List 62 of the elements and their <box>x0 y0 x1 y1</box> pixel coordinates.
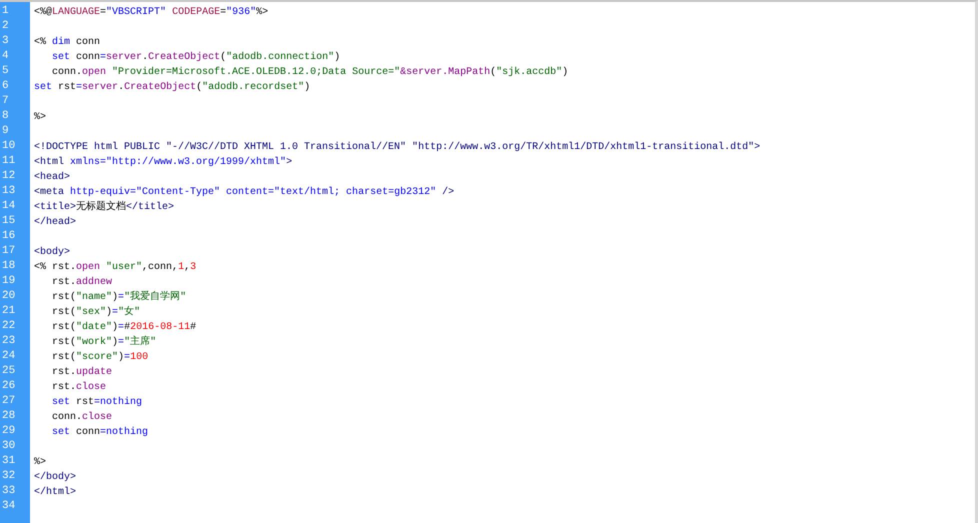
line-number: 20 <box>1 290 16 304</box>
code-line: rst("name")="我爱自学网" <box>51 290 188 305</box>
line-number: 4 <box>1 50 10 64</box>
line-number: 5 <box>1 65 10 79</box>
line-number: 8 <box>1 110 10 124</box>
line-number: 11 <box>1 155 16 169</box>
code-line: <meta http-equiv="Content-Type" content="text/html; charset=gb2312" /> <box>34 186 456 200</box>
code-line: %> <box>34 456 48 470</box>
code-line: <body> <box>34 246 72 260</box>
code-line: set rst=nothing <box>51 396 144 410</box>
code-line: </body> <box>34 470 78 485</box>
code-line: rst("score")=100 <box>51 350 150 365</box>
line-number: 23 <box>1 335 16 349</box>
line-number: 25 <box>1 365 16 379</box>
code-line: set conn=server.CreateObject("adodb.connection") <box>51 50 342 65</box>
line-number: 31 <box>1 455 16 469</box>
code-line: rst.update <box>51 366 114 380</box>
code-line: <!DOCTYPE html PUBLIC "-//W3C//DTD XHTML 1.0 Transitional//EN" "http://www.w3.org/TR/xhtml1/DTD/xhtml1-transitional.dtd"> <box>34 140 762 155</box>
line-number: 12 <box>1 170 16 184</box>
line-number: 26 <box>1 380 16 394</box>
line-number: 15 <box>1 215 16 229</box>
line-number: 6 <box>1 80 10 94</box>
line-number: 2 <box>1 20 10 34</box>
code-line: rst.close <box>51 380 108 395</box>
line-number: 10 <box>1 140 16 154</box>
line-number: 1 <box>1 5 10 19</box>
code-line: rst("sex")="女" <box>51 305 142 320</box>
code-line: rst.addnew <box>51 276 114 290</box>
line-number: 14 <box>1 200 16 214</box>
code-line: <% rst.open "user",conn,1,3 <box>34 260 198 275</box>
line-number: 28 <box>1 410 16 424</box>
code-line: <%@LANGUAGE="VBSCRIPT" CODEPAGE="936"%> <box>34 6 270 20</box>
code-line: rst("date")=#2016-08-11# <box>51 320 198 335</box>
line-number: 21 <box>1 305 16 319</box>
line-number: 27 <box>1 395 16 409</box>
code-line: set conn=nothing <box>51 426 150 440</box>
line-number: 9 <box>1 125 10 139</box>
line-number: 22 <box>1 320 16 334</box>
code-line: <% dim conn <box>34 36 102 50</box>
line-number: 32 <box>1 470 16 484</box>
code-line: <html xmlns="http://www.w3.org/1999/xhtml"> <box>34 156 294 170</box>
code-line: <head> <box>34 170 72 185</box>
line-number: 17 <box>1 245 16 259</box>
line-number: 24 <box>1 350 16 364</box>
line-number: 19 <box>1 275 16 289</box>
line-number: 29 <box>1 425 16 439</box>
line-number: 16 <box>1 230 16 244</box>
line-number: 34 <box>1 500 16 514</box>
line-number: 30 <box>1 440 16 454</box>
code-line: </html> <box>34 486 78 500</box>
code-line: %> <box>34 111 48 125</box>
line-number: 3 <box>1 35 10 49</box>
code-line: set rst=server.CreateObject("adodb.recordset") <box>34 80 312 95</box>
code-line: conn.open "Provider=Microsoft.ACE.OLEDB.12.0;Data Source="&server.MapPath("sjk.accdb") <box>51 66 570 80</box>
line-number: 18 <box>1 260 16 274</box>
code-line: <title>无标题文档</title> <box>34 200 176 215</box>
code-line: </head> <box>34 216 78 230</box>
line-number: 7 <box>1 95 10 109</box>
code-line: conn.close <box>51 410 114 425</box>
code-line: rst("work")="主席" <box>51 335 158 350</box>
line-number: 13 <box>1 185 16 199</box>
line-number: 33 <box>1 485 16 499</box>
